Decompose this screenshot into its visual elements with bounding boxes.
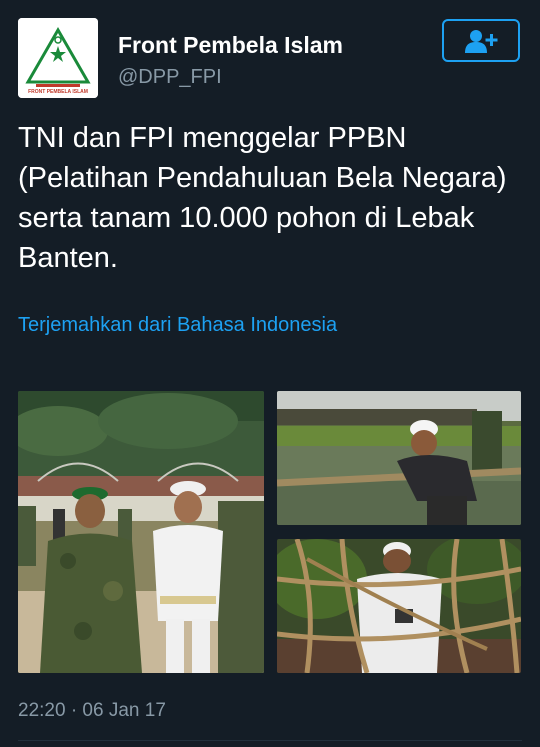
avatar[interactable]: FRONT PEMBELA ISLAM xyxy=(18,18,98,98)
display-name[interactable]: Front Pembela Islam xyxy=(118,32,343,59)
rope-obstacle-photo[interactable] xyxy=(277,539,521,673)
user-handle[interactable]: @DPP_FPI xyxy=(118,66,222,89)
tweet-text-line: (Pelatihan Pendahuluan Bela Negara) xyxy=(18,162,507,194)
logo-text: FRONT PEMBELA ISLAM xyxy=(28,89,88,95)
tweet-timestamp[interactable]: 22:20 · 06 Jan 17 xyxy=(18,700,166,722)
tweet-text-line: TNI dan FPI menggelar PPBN xyxy=(18,122,407,154)
soldier-and-student-photo[interactable] xyxy=(18,391,264,673)
divider xyxy=(18,740,522,741)
translate-link[interactable]: Terjemahkan dari Bahasa Indonesia xyxy=(18,314,337,337)
fpi-logo-icon: FRONT PEMBELA ISLAM xyxy=(18,18,98,98)
tweet-text-line: serta tanam 10.000 pohon di Lebak xyxy=(18,202,475,234)
add-user-icon xyxy=(465,29,498,53)
follow-button[interactable] xyxy=(442,19,520,62)
tweet-text-line: Banten. xyxy=(18,242,118,274)
rope-crossing-river-photo[interactable] xyxy=(277,391,521,525)
tweet-text: TNI dan FPI menggelar PPBN (Pelatihan Pe… xyxy=(18,118,528,278)
